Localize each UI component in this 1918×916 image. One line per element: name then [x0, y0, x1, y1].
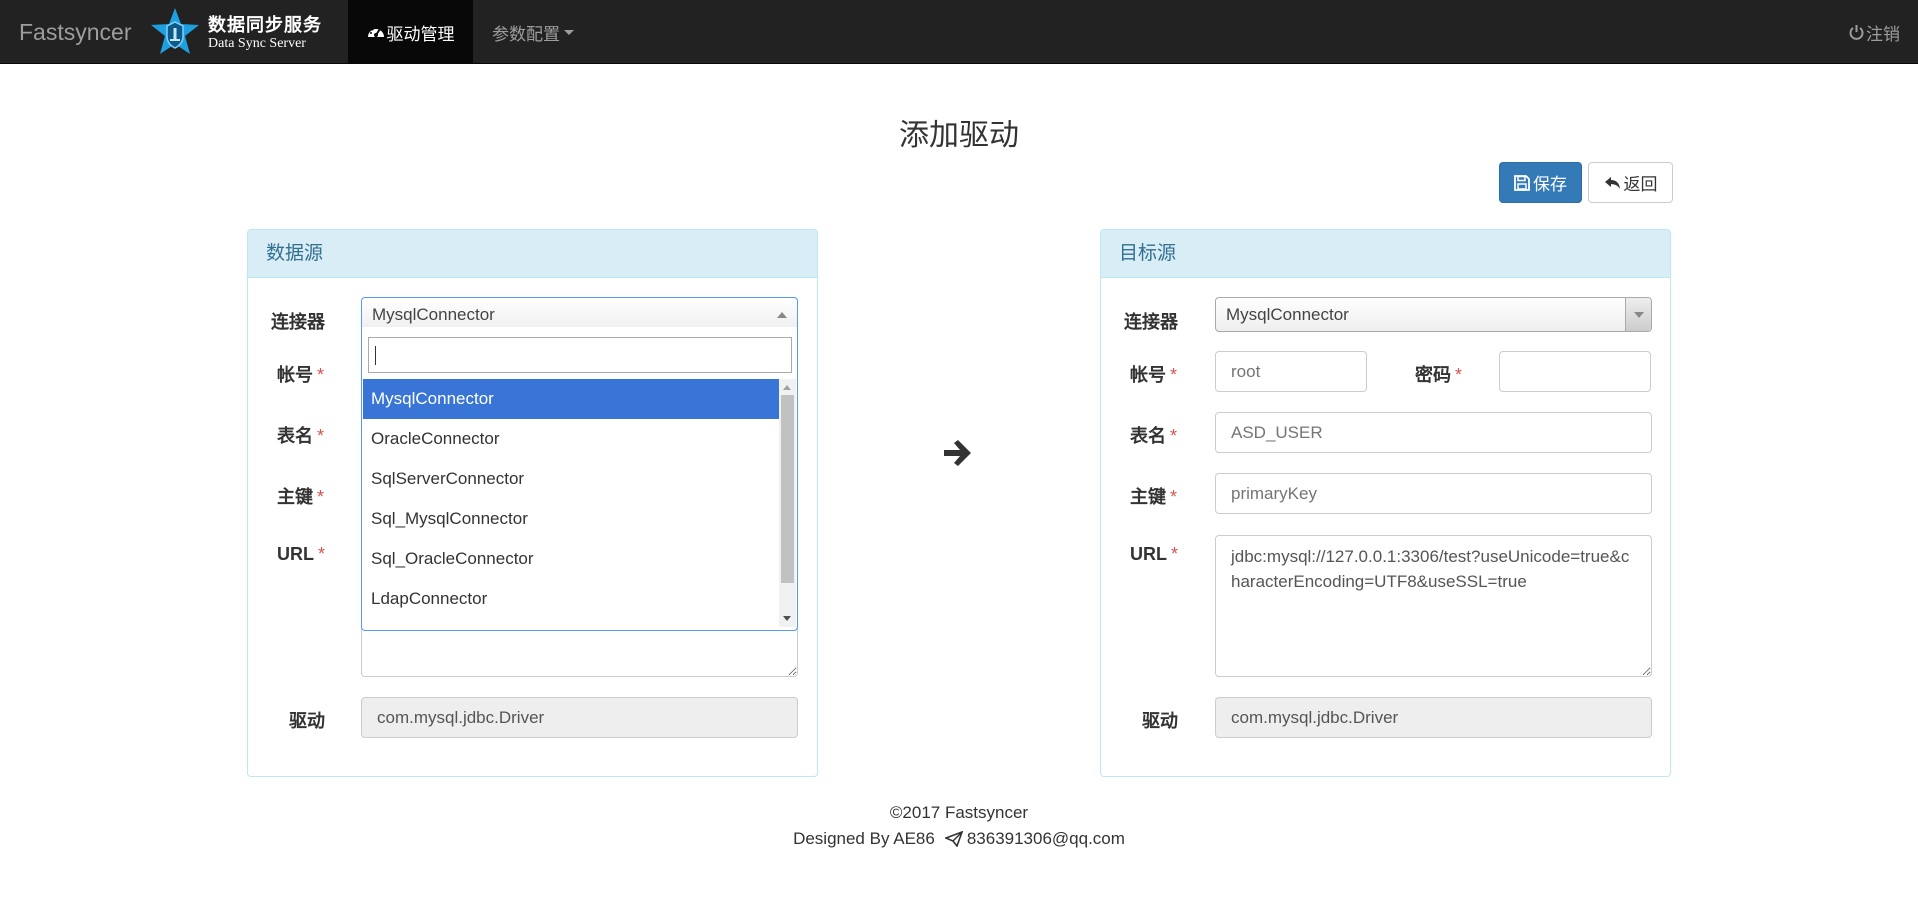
footer-designed-by: Designed By AE86: [793, 829, 935, 848]
nav-driver-management[interactable]: 驱动管理: [348, 0, 473, 64]
source-url-label: URL *: [277, 544, 326, 564]
logout-label: 注销: [1866, 24, 1900, 44]
dashboard-icon: [367, 27, 384, 37]
target-account-input[interactable]: [1215, 351, 1367, 392]
text-cursor: [375, 346, 376, 365]
dropdown-option[interactable]: OracleConnector: [363, 419, 779, 459]
target-connector-select[interactable]: MysqlConnector: [1215, 297, 1652, 332]
chevron-down-icon: [1634, 312, 1644, 318]
dropdown-search-input[interactable]: [368, 337, 792, 373]
target-pk-input[interactable]: [1215, 473, 1652, 514]
target-pk-label: 主键 *: [1130, 487, 1178, 507]
logo-title-en: Data Sync Server: [208, 36, 306, 51]
scroll-down-icon[interactable]: [783, 616, 791, 621]
brand-link[interactable]: Fastsyncer: [19, 19, 131, 46]
dropdown-option[interactable]: LdapConnector: [363, 579, 779, 619]
save-button[interactable]: 保存: [1499, 162, 1582, 203]
dropdown-option[interactable]: SqlServerConnector: [363, 459, 779, 499]
dropdown-option[interactable]: Sql_OracleConnector: [363, 539, 779, 579]
caret-down-icon: [564, 29, 574, 35]
target-table-input[interactable]: [1215, 412, 1652, 453]
source-driver-field: com.mysql.jdbc.Driver: [361, 697, 798, 738]
dropdown-option[interactable]: Sql_MysqlConnector: [363, 499, 779, 539]
chevron-up-icon: [777, 312, 787, 318]
source-driver-label: 驱动: [289, 711, 325, 731]
target-url-label: URL *: [1130, 544, 1179, 564]
floppy-disk-icon: [1514, 174, 1530, 191]
back-button-label: 返回: [1623, 175, 1658, 194]
logout-link[interactable]: 注销: [1849, 0, 1900, 64]
power-icon: [1849, 25, 1864, 40]
nav-driver-management-label: 驱动管理: [386, 24, 455, 44]
select-arrow[interactable]: [1625, 298, 1651, 331]
source-account-label: 帐号 *: [277, 365, 325, 385]
target-driver-value: com.mysql.jdbc.Driver: [1231, 707, 1399, 727]
page-title: 添加驱动: [899, 119, 1019, 152]
save-button-label: 保存: [1533, 175, 1567, 194]
footer-email[interactable]: 836391306@qq.com: [967, 829, 1125, 849]
dropdown-scrollbar[interactable]: [779, 379, 796, 627]
send-icon: [944, 831, 963, 847]
target-driver-label: 驱动: [1142, 711, 1178, 731]
back-button[interactable]: 返回: [1588, 162, 1673, 203]
target-driver-field: com.mysql.jdbc.Driver: [1215, 697, 1652, 738]
source-table-label: 表名 *: [277, 426, 325, 446]
target-account-label: 帐号 *: [1130, 365, 1178, 385]
connector-dropdown: MysqlConnector OracleConnector SqlServer…: [361, 327, 798, 631]
footer-credits: Designed By AE86 836391306@qq.com: [0, 829, 1918, 849]
target-panel-heading: 目标源: [1101, 230, 1670, 278]
arrow-right-icon: [944, 440, 971, 466]
target-url-textarea[interactable]: jdbc:mysql://127.0.0.1:3306/test?useUnic…: [1215, 535, 1652, 677]
source-panel-heading: 数据源: [248, 230, 817, 278]
top-navbar: Fastsyncer 数据同步服务 Data Sync Server 驱动管理 …: [0, 0, 1918, 64]
target-password-input[interactable]: [1499, 351, 1651, 392]
target-password-label: 密码 *: [1415, 365, 1463, 385]
nav-param-config[interactable]: 参数配置: [492, 0, 574, 64]
scrollbar-thumb[interactable]: [781, 395, 794, 583]
source-connector-value: MysqlConnector: [372, 304, 495, 324]
dropdown-option[interactable]: MysqlConnector: [363, 379, 779, 419]
nav-param-config-label: 参数配置: [492, 24, 560, 44]
scroll-up-icon[interactable]: [783, 385, 791, 390]
target-connector-label: 连接器: [1124, 312, 1178, 332]
source-pk-label: 主键 *: [277, 487, 325, 507]
target-connector-value: MysqlConnector: [1226, 304, 1349, 324]
source-driver-value: com.mysql.jdbc.Driver: [377, 707, 545, 727]
logo-title-cn: 数据同步服务: [208, 15, 322, 36]
source-connector-label: 连接器: [271, 312, 325, 332]
share-alt-icon: [1604, 176, 1620, 189]
target-table-label: 表名 *: [1130, 426, 1178, 446]
footer-copyright: ©2017 Fastsyncer: [889, 803, 1029, 822]
logo-icon: [151, 8, 199, 54]
dropdown-options-list: MysqlConnector OracleConnector SqlServer…: [363, 379, 779, 627]
